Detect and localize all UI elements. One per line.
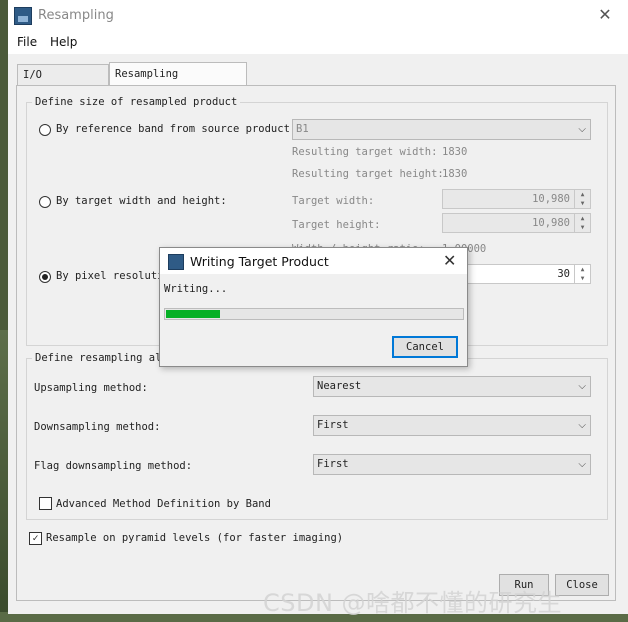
target-height-label: Target height: <box>292 219 381 231</box>
menu-help[interactable]: Help <box>50 35 77 49</box>
resulting-height-value: 1830 <box>442 168 468 180</box>
radio-by-pixel-resolution[interactable] <box>39 271 51 283</box>
resulting-width-label: Resulting target width: <box>292 146 438 158</box>
chevron-down-icon: ⌵ <box>578 459 586 470</box>
target-width-label: Target width: <box>292 195 375 207</box>
snap-app-icon <box>168 254 184 270</box>
write-progress-bar <box>164 308 464 320</box>
dialog-close-icon[interactable]: ✕ <box>443 251 456 270</box>
flag-downsampling-select[interactable]: First ⌵ <box>313 454 591 475</box>
dialog-status-text: Writing... <box>164 283 228 295</box>
window-titlebar: Resampling ✕ <box>8 0 628 32</box>
target-height-stepper[interactable]: ▲ ▼ <box>574 214 590 232</box>
by-target-size-label: By target width and height: <box>56 195 227 207</box>
csdn-watermark: CSDN @啥都不懂的研究生 <box>263 589 563 617</box>
size-group-title: Define size of resampled product <box>32 96 241 108</box>
tab-resampling-parameters[interactable]: Resampling Parameters <box>109 62 247 102</box>
method-group: Define resampling algorithm Upsampling m… <box>26 352 608 520</box>
write-progress-fill <box>166 310 220 318</box>
pyramid-levels-checkbox[interactable]: ✓ <box>29 532 42 545</box>
snap-app-icon <box>14 7 32 25</box>
advanced-method-label: Advanced Method Definition by Band <box>56 498 271 510</box>
radio-by-target-size[interactable] <box>39 196 51 208</box>
upsampling-select[interactable]: Nearest ⌵ <box>313 376 591 397</box>
upsampling-label: Upsampling method: <box>34 382 148 394</box>
dialog-titlebar: Writing Target Product ✕ <box>160 248 467 274</box>
downsampling-select[interactable]: First ⌵ <box>313 415 591 436</box>
window-close-icon[interactable]: ✕ <box>596 6 614 24</box>
pixel-resolution-stepper[interactable]: ▲ ▼ <box>574 265 590 283</box>
flag-downsampling-value: First <box>317 458 349 470</box>
downsampling-label: Downsampling method: <box>34 421 161 433</box>
dialog-title: Writing Target Product <box>190 254 329 269</box>
downsampling-value: First <box>317 419 349 431</box>
reference-band-value: B1 <box>296 123 309 135</box>
menu-bar: File Help <box>8 32 628 54</box>
advanced-method-checkbox[interactable] <box>39 497 52 510</box>
target-width-stepper[interactable]: ▲ ▼ <box>574 190 590 208</box>
radio-by-reference-band[interactable] <box>39 124 51 136</box>
chevron-down-icon: ⌵ <box>578 381 586 392</box>
target-width-value: 10,980 <box>532 193 570 205</box>
close-button[interactable]: Close <box>555 574 609 596</box>
flag-downsampling-label: Flag downsampling method: <box>34 460 193 472</box>
pixel-resolution-value: 30 <box>557 268 570 280</box>
tab-io-parameters[interactable]: I/O Parameters <box>17 64 109 101</box>
pyramid-levels-label: Resample on pyramid levels (for faster i… <box>46 532 344 544</box>
resulting-width-value: 1830 <box>442 146 468 158</box>
desktop-background-left <box>0 330 8 622</box>
upsampling-value: Nearest <box>317 380 362 392</box>
chevron-down-icon: ⌵ <box>578 124 586 135</box>
resulting-height-label: Resulting target height: <box>292 168 444 180</box>
target-height-field[interactable]: 10,980 ▲ ▼ <box>442 213 591 233</box>
menu-file[interactable]: File <box>17 35 37 49</box>
chevron-down-icon: ⌵ <box>578 420 586 431</box>
target-height-value: 10,980 <box>532 217 570 229</box>
cancel-button[interactable]: Cancel <box>392 336 458 358</box>
by-reference-band-label: By reference band from source product: <box>56 123 297 135</box>
window-title: Resampling <box>38 8 114 23</box>
target-width-field[interactable]: 10,980 ▲ ▼ <box>442 189 591 209</box>
reference-band-select[interactable]: B1 ⌵ <box>292 119 591 140</box>
writing-target-product-dialog: Writing Target Product ✕ Writing... Canc… <box>159 247 468 367</box>
